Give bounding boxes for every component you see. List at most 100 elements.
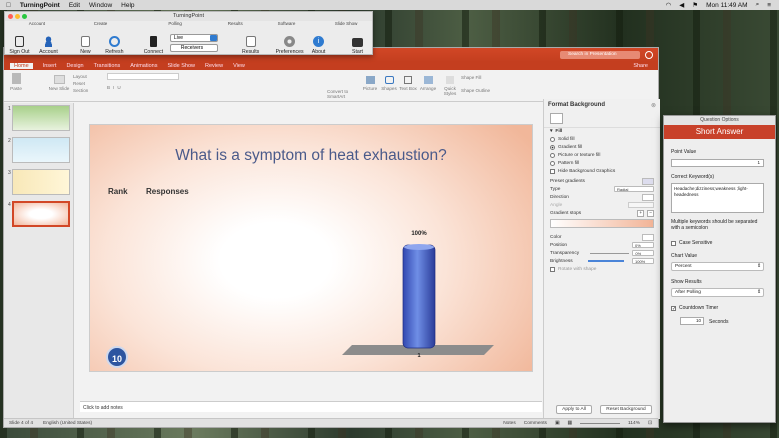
paste-button[interactable]: Paste — [7, 73, 25, 98]
zoom-level[interactable]: 114% — [628, 421, 640, 426]
fill-tab-icon[interactable] — [550, 113, 563, 124]
sign-out-button[interactable]: Sign Out — [5, 36, 34, 55]
reset-background-button[interactable]: Reset Background — [600, 405, 652, 414]
layout-button[interactable]: Layout — [73, 74, 101, 79]
tab-home[interactable]: Home — [10, 63, 33, 69]
tab-slide-show[interactable]: Slide Show — [167, 63, 195, 69]
fit-icon[interactable]: ⊡ — [648, 421, 652, 426]
quick-styles-button[interactable]: Quick Styles — [439, 73, 461, 98]
seconds-input[interactable]: 10 — [680, 317, 704, 325]
chart-value-select[interactable]: Percent ⇕ — [671, 262, 764, 271]
refresh-button[interactable]: Refresh — [100, 36, 129, 55]
tab-design[interactable]: Design — [66, 63, 83, 69]
thumbnail-slide-3[interactable] — [12, 169, 70, 195]
option-gradient-fill[interactable]: Gradient fill — [544, 143, 660, 151]
flag-icon[interactable]: ⚑ — [692, 1, 698, 9]
results-button[interactable]: Results — [236, 36, 265, 55]
remove-stop-button[interactable]: − — [647, 209, 654, 217]
new-button[interactable]: New — [71, 36, 100, 55]
rotate-row[interactable]: Rotate with shape — [544, 265, 660, 273]
clock[interactable]: Mon 11:49 AM — [706, 2, 747, 9]
reset-button[interactable]: Reset — [73, 81, 101, 86]
thumbnail-slide-1[interactable] — [12, 105, 70, 131]
thumbnail-slide-4[interactable] — [12, 201, 70, 227]
menu-app-name[interactable]: TurningPoint — [20, 2, 60, 9]
countdown-checkbox[interactable]: ✓ — [671, 305, 676, 311]
hide-graphics-checkbox[interactable] — [550, 168, 555, 174]
solid-fill-radio[interactable] — [550, 136, 555, 142]
smiley-icon[interactable] — [645, 51, 653, 59]
notes-pane[interactable]: Click to add notes — [80, 401, 542, 412]
share-button[interactable]: Share — [633, 63, 658, 69]
zoom-window-icon[interactable] — [22, 14, 27, 19]
color-picker[interactable] — [642, 233, 654, 241]
text-box-button[interactable]: Text Box — [399, 73, 417, 98]
direction-dropdown[interactable] — [642, 193, 654, 201]
tab-view[interactable]: View — [233, 63, 245, 69]
thumbnail-slide-2[interactable] — [12, 137, 70, 163]
polling-mode-select[interactable]: Live — [169, 34, 219, 42]
tab-transitions[interactable]: Transitions — [94, 63, 121, 69]
section-button[interactable]: Section — [73, 88, 101, 93]
position-field[interactable]: 0% — [632, 242, 654, 248]
show-results-select[interactable]: After Polling ⇕ — [671, 288, 764, 297]
font-name-field[interactable] — [107, 73, 179, 80]
apply-to-all-button[interactable]: Apply to All — [556, 405, 592, 414]
bold-button[interactable]: B — [107, 85, 110, 90]
point-value-input[interactable]: 1 — [671, 159, 764, 167]
connect-button[interactable]: Connect — [139, 36, 168, 55]
picture-fill-radio[interactable] — [550, 152, 555, 158]
search-field[interactable]: Search in Presentation — [560, 51, 640, 59]
menu-edit[interactable]: Edit — [69, 2, 80, 9]
option-picture-fill[interactable]: Picture or texture fill — [544, 151, 660, 159]
close-window-icon[interactable] — [8, 14, 13, 19]
italic-button[interactable]: I — [113, 85, 114, 90]
keywords-input[interactable]: Headache;dizziness;weakness ;light-heade… — [671, 183, 764, 213]
tab-review[interactable]: Review — [205, 63, 223, 69]
tab-insert[interactable]: Insert — [43, 63, 57, 69]
hide-graphics-row[interactable]: Hide Background Graphics — [544, 167, 660, 175]
case-sensitive-row[interactable]: Case Sensitive — [671, 240, 712, 246]
convert-smartart-button[interactable]: Convert to SmartArt — [327, 89, 357, 99]
tab-animations[interactable]: Animations — [130, 63, 157, 69]
countdown-row[interactable]: ✓ Countdown Timer — [671, 305, 718, 311]
search-icon[interactable]: ⌕ — [756, 1, 760, 9]
start-button[interactable]: Start — [343, 38, 372, 55]
transparency-field[interactable]: 0% — [632, 250, 654, 256]
about-button[interactable]: i About — [304, 36, 333, 55]
language[interactable]: English (United States) — [43, 421, 92, 426]
option-pattern-fill[interactable]: Pattern fill — [544, 159, 660, 167]
underline-button[interactable]: U — [117, 85, 120, 90]
arrange-button[interactable]: Arrange — [417, 73, 439, 98]
fill-section-header[interactable]: ▾ Fill — [544, 127, 660, 135]
gradient-stops-bar[interactable] — [550, 219, 654, 228]
brightness-field[interactable]: 100% — [632, 258, 654, 264]
close-pane-icon[interactable]: ⊗ — [651, 102, 656, 109]
normal-view-icon[interactable]: ▣ — [555, 421, 560, 426]
new-slide-button[interactable]: New Slide — [45, 73, 73, 98]
type-select[interactable]: Radial — [614, 186, 654, 192]
list-icon[interactable]: ≡ — [767, 2, 771, 9]
rotate-checkbox[interactable] — [550, 266, 555, 272]
apple-menu-icon[interactable]:  — [6, 2, 11, 9]
volume-icon[interactable]: ◀ — [679, 1, 684, 9]
wifi-icon[interactable]: ◠ — [666, 1, 672, 9]
case-sensitive-checkbox[interactable] — [671, 240, 676, 246]
add-stop-button[interactable]: + — [637, 209, 645, 217]
gradient-fill-radio[interactable] — [550, 144, 555, 150]
receivers-button[interactable]: Receivers — [169, 44, 219, 52]
notes-button[interactable]: Notes — [503, 421, 516, 426]
pattern-fill-radio[interactable] — [550, 160, 555, 166]
option-solid-fill[interactable]: Solid fill — [544, 135, 660, 143]
menu-help[interactable]: Help — [121, 2, 134, 9]
response-chart[interactable]: 100% 1 — [90, 125, 534, 373]
brightness-slider[interactable] — [587, 260, 624, 262]
comments-button[interactable]: Comments — [524, 421, 547, 426]
menu-window[interactable]: Window — [89, 2, 112, 9]
preferences-button[interactable]: Preferences — [275, 36, 304, 55]
shapes-button[interactable]: Shapes — [379, 73, 399, 98]
slide-canvas[interactable]: What is a symptom of heat exhaustion? Ra… — [89, 124, 533, 372]
account-button[interactable]: Account — [34, 36, 63, 55]
zoom-slider[interactable] — [580, 422, 621, 424]
sorter-view-icon[interactable]: ▦ — [568, 421, 573, 426]
